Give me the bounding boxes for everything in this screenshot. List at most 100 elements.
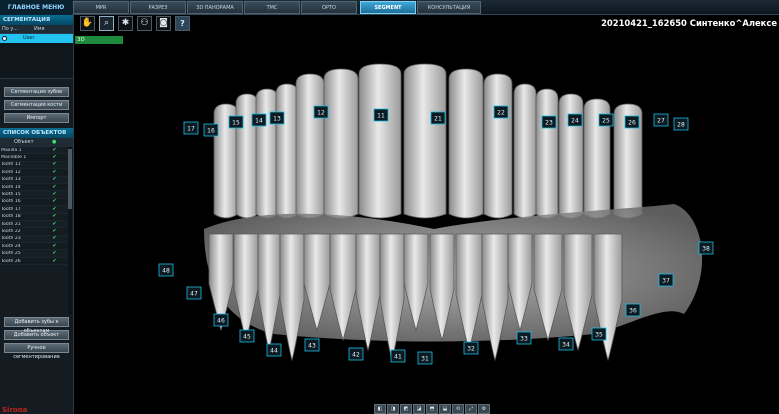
visibility-check-icon[interactable]: ✔ bbox=[52, 177, 57, 182]
object-row[interactable]: Mandible 1 ✔ bbox=[0, 154, 73, 162]
tab-razrez[interactable]: РАЗРЕЗ bbox=[130, 1, 186, 14]
import-button[interactable]: Импорт bbox=[4, 113, 69, 123]
object-row[interactable]: Tooth 23 ✔ bbox=[0, 235, 73, 244]
object-row[interactable]: Maxilla 1 ✔ bbox=[0, 147, 73, 155]
camera-snapshot-icon[interactable]: ◙ bbox=[156, 16, 171, 31]
tooth-number-tag: 35 bbox=[591, 327, 607, 341]
visibility-check-icon[interactable]: ✔ bbox=[52, 155, 57, 160]
tooth-number-tag: 27 bbox=[653, 113, 669, 127]
object-row[interactable]: Tooth 12 ✔ bbox=[0, 169, 73, 177]
teeth-tool-icon[interactable]: ⚇ bbox=[137, 16, 152, 31]
dental-3d-viewport[interactable]: 17 16 15 14 13 12 11 21 22 23 24 25 26 27 28 48 47 46 45 44… bbox=[74, 44, 779, 414]
object-name: Tooth 12 bbox=[1, 169, 21, 175]
tab-orto[interactable]: ОРТО bbox=[301, 1, 357, 14]
objects-table-header: Объект ● bbox=[0, 138, 73, 147]
zoom-magnifier-icon[interactable]: ⌕ bbox=[99, 16, 114, 31]
patients-section-title: СЕГМЕНТАЦИЯ bbox=[0, 15, 73, 25]
object-row[interactable]: Tooth 26 ✔ bbox=[0, 258, 73, 266]
object-name: Tooth 21 bbox=[1, 221, 21, 227]
tooth-number-tag: 34 bbox=[558, 337, 574, 351]
tooth-number-tag: 23 bbox=[541, 115, 557, 129]
tab-segment[interactable]: SEGMENT bbox=[360, 1, 416, 14]
view-top-icon[interactable]: ⬒ bbox=[426, 404, 438, 414]
upper-tooth bbox=[275, 83, 299, 219]
object-row[interactable]: Tooth 24 ✔ bbox=[0, 243, 73, 251]
tooth-number-label: 44 bbox=[270, 348, 278, 355]
visibility-check-icon[interactable]: ✔ bbox=[52, 184, 57, 190]
patient-row-selected[interactable]: User bbox=[0, 34, 73, 43]
pan-hand-icon[interactable]: ✋ bbox=[80, 16, 95, 31]
tooth-number-label: 24 bbox=[571, 118, 579, 125]
add-object-button[interactable]: Добавить объект bbox=[4, 330, 69, 340]
object-row[interactable]: Tooth 17 ✔ bbox=[0, 206, 73, 214]
patients-table-header: По у... Имя bbox=[0, 25, 73, 34]
object-row[interactable]: Tooth 11 ✔ bbox=[0, 161, 73, 170]
visibility-check-icon[interactable]: ✔ bbox=[52, 228, 57, 234]
object-name: Tooth 16 bbox=[1, 199, 21, 205]
tooth-number-tag: 17 bbox=[183, 121, 199, 135]
object-row[interactable]: Tooth 25 ✔ bbox=[0, 250, 73, 258]
view-front-icon[interactable]: ◧ bbox=[374, 404, 386, 414]
tooth-number-tag: 44 bbox=[266, 343, 282, 357]
objects-scrollbar[interactable] bbox=[68, 147, 72, 314]
visibility-check-icon[interactable]: ✔ bbox=[52, 162, 57, 167]
visibility-check-icon[interactable]: ✔ bbox=[52, 258, 57, 264]
view-back-icon[interactable]: ◨ bbox=[387, 404, 399, 414]
object-row[interactable]: Tooth 16 ✔ bbox=[0, 199, 73, 207]
view-right-icon[interactable]: ◪ bbox=[413, 404, 425, 414]
patient-radio[interactable] bbox=[2, 36, 7, 41]
visibility-check-icon[interactable]: ✔ bbox=[52, 192, 57, 197]
object-row[interactable]: Tooth 14 ✔ bbox=[0, 184, 73, 192]
tab-mpr[interactable]: MPR bbox=[73, 1, 129, 14]
main-menu-button[interactable]: ГЛАВНОЕ МЕНЮ bbox=[0, 0, 72, 15]
visibility-check-icon[interactable]: ✔ bbox=[52, 147, 57, 153]
object-name: Tooth 23 bbox=[1, 236, 21, 242]
view-bottom-icon[interactable]: ⬓ bbox=[439, 404, 451, 414]
object-row[interactable]: Tooth 22 ✔ bbox=[0, 228, 73, 236]
visibility-check-icon[interactable]: ✔ bbox=[52, 214, 57, 219]
help-icon[interactable]: ? bbox=[175, 16, 190, 31]
view-settings-icon[interactable]: ⚙ bbox=[478, 404, 490, 414]
object-row[interactable]: Tooth 15 ✔ bbox=[0, 191, 73, 199]
visibility-check-icon[interactable]: ✔ bbox=[52, 251, 57, 256]
tooth-number-label: 43 bbox=[308, 343, 316, 350]
object-row[interactable]: Tooth 18 ✔ bbox=[0, 214, 73, 221]
tooth-number-label: 46 bbox=[217, 318, 225, 325]
tooth-number-label: 37 bbox=[662, 278, 670, 285]
visibility-check-icon[interactable]: ✔ bbox=[52, 169, 57, 175]
visibility-check-icon[interactable]: ✔ bbox=[52, 236, 57, 241]
tooth-number-tag: 25 bbox=[598, 113, 614, 127]
tooth-number-tag: 48 bbox=[158, 263, 174, 277]
tooth-number-label: 33 bbox=[520, 336, 528, 343]
segment-tool-icon[interactable]: ✱ bbox=[118, 16, 133, 31]
tooth-number-tag: 11 bbox=[373, 108, 389, 122]
lower-tooth bbox=[481, 233, 509, 362]
tooth-number-label: 36 bbox=[629, 308, 637, 315]
tooth-number-tag: 45 bbox=[239, 329, 255, 343]
tab-3d-panorama[interactable]: 3D ПАНОРАМА bbox=[187, 1, 243, 14]
visibility-check-icon[interactable]: ✔ bbox=[52, 199, 57, 204]
segment-bone-button[interactable]: Сегментация кости bbox=[4, 100, 69, 110]
visibility-check-icon[interactable]: ✔ bbox=[52, 221, 57, 227]
patients-col-id[interactable]: По у... bbox=[0, 25, 22, 33]
patients-col-name[interactable]: Имя bbox=[22, 25, 62, 33]
view-reset-icon[interactable]: ⟲ bbox=[452, 404, 464, 414]
objects-scrollbar-thumb[interactable] bbox=[68, 149, 72, 209]
visibility-all-icon[interactable]: ● bbox=[52, 138, 56, 147]
visibility-check-icon[interactable]: ✔ bbox=[52, 243, 57, 249]
tooth-number-label: 13 bbox=[273, 116, 281, 123]
segment-teeth-button[interactable]: Сегментация зубов bbox=[4, 87, 69, 97]
tab-tms[interactable]: ТМС bbox=[244, 1, 300, 14]
view-fit-icon[interactable]: ⤢ bbox=[465, 404, 477, 414]
object-row[interactable]: Tooth 21 ✔ bbox=[0, 220, 73, 229]
tab-consultation[interactable]: КОНСУЛЬТАЦИЯ bbox=[417, 1, 481, 14]
objects-col-name[interactable]: Объект bbox=[0, 138, 52, 147]
tooth-number-tag: 36 bbox=[625, 303, 641, 317]
view-left-icon[interactable]: ◩ bbox=[400, 404, 412, 414]
object-row[interactable]: Tooth 13 ✔ bbox=[0, 176, 73, 184]
add-teeth-to-objects-button[interactable]: Добавить зубы к объектам bbox=[4, 317, 69, 334]
object-name: Tooth 11 bbox=[1, 162, 21, 168]
visibility-check-icon[interactable]: ✔ bbox=[52, 206, 57, 212]
tooth-number-label: 21 bbox=[434, 116, 442, 123]
manual-segmentation-button[interactable]: Ручное сегментирование bbox=[4, 343, 69, 360]
